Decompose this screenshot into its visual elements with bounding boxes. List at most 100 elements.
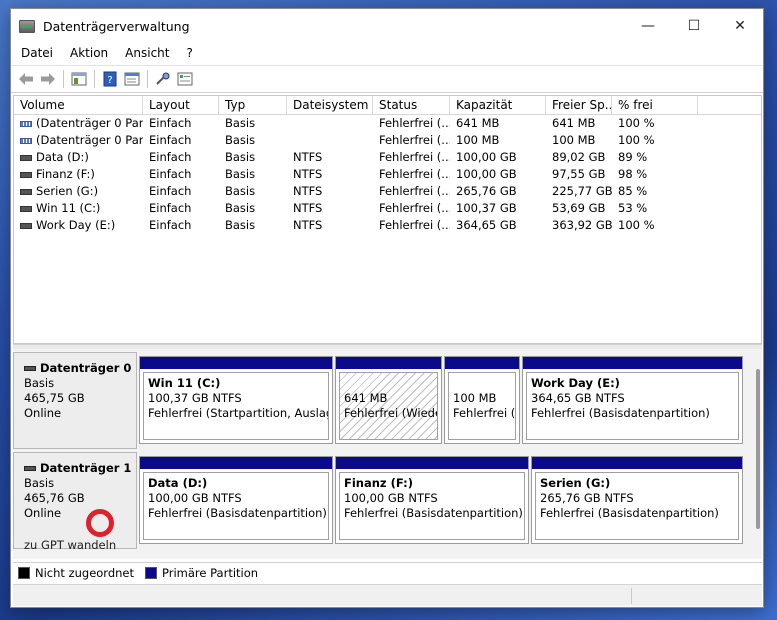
column-header-filesystem[interactable]: Dateisystem	[287, 96, 373, 114]
menu-ansicht[interactable]: Ansicht	[118, 46, 176, 60]
filesystem-cell: NTFS	[293, 167, 323, 181]
properties-icon[interactable]	[121, 69, 143, 89]
status-bar	[13, 584, 762, 606]
disk-1-label[interactable]: Datenträger 1 Basis 465,76 GB Online zu …	[13, 452, 137, 552]
legend: Nicht zugeordnet Primäre Partition	[13, 562, 762, 582]
percent-free-cell: 100 %	[618, 133, 655, 147]
title-bar[interactable]: Datenträgerverwaltung — ☐ ✕	[11, 9, 763, 43]
filesystem-cell: NTFS	[293, 218, 323, 232]
layout-cell: Einfach	[149, 133, 192, 147]
table-row[interactable]: Win 11 (C:) Einfach Basis NTFS Fehlerfre…	[14, 200, 761, 217]
column-header-status[interactable]: Status	[373, 96, 450, 114]
forward-icon[interactable]	[37, 69, 59, 89]
layout-cell: Einfach	[149, 184, 192, 198]
annotation-circle	[86, 509, 114, 537]
partition-win11[interactable]: Win 11 (C:) 100,37 GB NTFS Fehlerfrei (S…	[139, 356, 333, 444]
volume-list-header: Volume Layout Typ Dateisystem Status Kap…	[14, 96, 761, 115]
toolbar-separator	[63, 70, 64, 88]
type-cell: Basis	[225, 116, 256, 130]
view-settings-icon[interactable]	[174, 69, 196, 89]
column-header-volume[interactable]: Volume	[14, 96, 143, 114]
partition-size: 265,76 GB NTFS	[540, 491, 634, 505]
partition-data[interactable]: Data (D:) 100,00 GB NTFS Fehlerfrei (Bas…	[139, 456, 333, 544]
free-space-cell: 225,77 GB	[552, 184, 612, 198]
filesystem-cell: NTFS	[293, 184, 323, 198]
disk-0-label[interactable]: Datenträger 0 Basis 465,75 GB Online	[13, 352, 137, 449]
column-header-capacity[interactable]: Kapazität	[450, 96, 546, 114]
partition-body: Data (D:) 100,00 GB NTFS Fehlerfrei (Bas…	[143, 472, 329, 540]
percent-free-cell: 85 %	[618, 184, 648, 198]
connect-icon[interactable]	[152, 69, 174, 89]
partition-efi[interactable]: 100 MB Fehlerfrei (EFI-Systempartition)	[444, 356, 520, 444]
capacity-cell: 364,65 GB	[456, 218, 517, 232]
status-cell: Fehlerfrei (...	[379, 184, 450, 198]
table-row[interactable]: Data (D:) Einfach Basis NTFS Fehlerfrei …	[14, 149, 761, 166]
table-row[interactable]: Finanz (F:) Einfach Basis NTFS Fehlerfre…	[14, 166, 761, 183]
console-tree-icon[interactable]	[68, 69, 90, 89]
disk-0-type: Basis	[24, 376, 55, 390]
free-space-cell: 363,92 GB	[552, 218, 612, 232]
type-cell: Basis	[225, 133, 256, 147]
partition-work-day[interactable]: Work Day (E:) 364,65 GB NTFS Fehlerfrei …	[522, 356, 743, 444]
striped-volume-icon	[20, 120, 32, 127]
menu-datei[interactable]: Datei	[14, 46, 60, 60]
disk-icon	[24, 466, 36, 471]
menu-aktion[interactable]: Aktion	[63, 46, 115, 60]
table-row[interactable]: (Datenträger 0 Par... Einfach Basis Fehl…	[14, 132, 761, 149]
column-header-free-space[interactable]: Freier Sp...	[546, 96, 612, 114]
percent-free-cell: 100 %	[618, 218, 655, 232]
disk-layout-pane: Datenträger 0 Basis 465,75 GB Online Win…	[13, 349, 762, 559]
layout-cell: Einfach	[149, 150, 192, 164]
table-row[interactable]: Work Day (E:) Einfach Basis NTFS Fehlerf…	[14, 217, 761, 234]
partition-status: Fehlerfrei (EFI-Systempartition)	[453, 406, 516, 420]
close-button[interactable]: ✕	[717, 9, 763, 43]
disk-management-icon	[19, 19, 35, 33]
help-icon[interactable]: ?	[99, 69, 121, 89]
free-space-cell: 641 MB	[552, 116, 596, 130]
capacity-cell: 100,00 GB	[456, 167, 517, 181]
disk-1-state: Online	[24, 506, 62, 520]
scrollbar-thumb[interactable]	[756, 369, 760, 529]
volume-cell: Data (D:)	[14, 149, 143, 166]
volume-name: Data (D:)	[36, 150, 89, 164]
layout-cell: Einfach	[149, 218, 192, 232]
back-icon[interactable]	[15, 69, 37, 89]
percent-free-cell: 53 %	[618, 201, 648, 215]
partition-bar	[445, 357, 519, 369]
column-header-layout[interactable]: Layout	[143, 96, 219, 114]
free-space-cell: 97,55 GB	[552, 167, 606, 181]
disk-row-1: Datenträger 1 Basis 465,76 GB Online zu …	[13, 452, 748, 552]
drive-icon	[20, 171, 32, 178]
capacity-cell: 100 MB	[456, 133, 500, 147]
volume-name: (Datenträger 0 Par...	[36, 116, 143, 130]
partition-serien[interactable]: Serien (G:) 265,76 GB NTFS Fehlerfrei (B…	[531, 456, 743, 544]
partition-size: 100 MB	[453, 391, 497, 405]
column-header-percent-free[interactable]: % frei	[612, 96, 698, 114]
minimize-button[interactable]: —	[625, 9, 671, 43]
filesystem-cell: NTFS	[293, 150, 323, 164]
partition-body: Serien (G:) 265,76 GB NTFS Fehlerfrei (B…	[535, 472, 739, 540]
partition-recovery[interactable]: 641 MB Fehlerfrei (Wiederherstellungspar…	[335, 356, 442, 444]
maximize-button[interactable]: ☐	[671, 9, 717, 43]
partition-body: Win 11 (C:) 100,37 GB NTFS Fehlerfrei (S…	[143, 372, 329, 440]
partition-status: Fehlerfrei (Basisdatenpartition)	[344, 506, 523, 520]
partition-bar	[140, 457, 332, 469]
status-cell: Fehlerfrei (...	[379, 116, 450, 130]
table-row[interactable]: Serien (G:) Einfach Basis NTFS Fehlerfre…	[14, 183, 761, 200]
partition-name: Win 11 (C:)	[148, 376, 221, 390]
type-cell: Basis	[225, 167, 256, 181]
percent-free-cell: 100 %	[618, 116, 655, 130]
column-header-type[interactable]: Typ	[219, 96, 287, 114]
filesystem-cell	[287, 132, 373, 149]
legend-item-unallocated: Nicht zugeordnet	[18, 566, 134, 580]
status-bar-divider	[631, 588, 632, 604]
partition-size: 100,37 GB NTFS	[148, 391, 242, 405]
percent-free-cell: 98 %	[618, 167, 648, 181]
disk-icon	[24, 366, 36, 371]
table-row[interactable]: (Datenträger 0 Par... Einfach Basis Fehl…	[14, 115, 761, 132]
menu-help[interactable]: ?	[179, 46, 199, 60]
partition-finanz[interactable]: Finanz (F:) 100,00 GB NTFS Fehlerfrei (B…	[335, 456, 529, 544]
status-cell: Fehlerfrei (...	[379, 133, 450, 147]
disk-row-0: Datenträger 0 Basis 465,75 GB Online Win…	[13, 352, 748, 449]
status-cell: Fehlerfrei (...	[379, 150, 450, 164]
